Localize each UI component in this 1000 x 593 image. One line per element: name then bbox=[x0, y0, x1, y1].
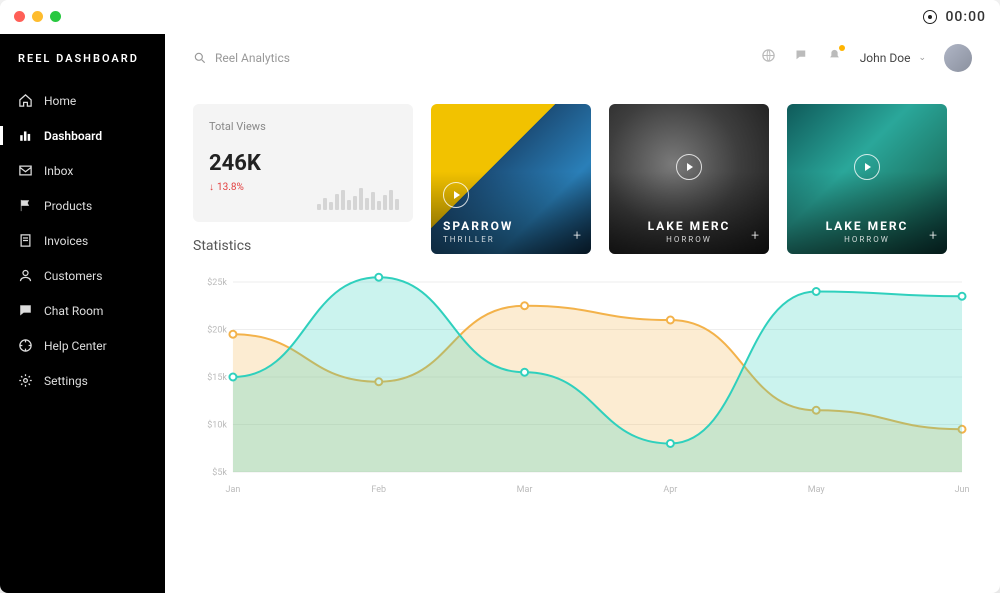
chevron-down-icon: ⌄ bbox=[918, 53, 926, 63]
sidebar: REEL DASHBOARD Home Dashboard Inbox Product… bbox=[0, 34, 165, 593]
kpi-sparkline bbox=[317, 188, 399, 210]
svg-text:Jun: Jun bbox=[955, 485, 970, 495]
notification-badge bbox=[839, 45, 845, 51]
avatar[interactable] bbox=[944, 44, 972, 72]
sidebar-item-label: Invoices bbox=[44, 234, 88, 248]
kpi-total-views-card: Total Views 246K ↓ 13.8% bbox=[193, 104, 413, 222]
maximize-window-icon[interactable] bbox=[50, 11, 61, 22]
svg-text:Mar: Mar bbox=[517, 485, 533, 495]
mail-icon bbox=[18, 163, 33, 178]
sidebar-item-label: Dashboard bbox=[44, 129, 102, 143]
bell-icon[interactable] bbox=[827, 48, 842, 67]
close-window-icon[interactable] bbox=[14, 11, 25, 22]
add-icon[interactable]: + bbox=[573, 228, 581, 244]
svg-text:$15k: $15k bbox=[207, 372, 227, 383]
brand-title: REEL DASHBOARD bbox=[0, 52, 165, 83]
sidebar-item-label: Products bbox=[44, 199, 92, 213]
bars-icon bbox=[18, 128, 33, 143]
sidebar-item-inbox[interactable]: Inbox bbox=[0, 153, 165, 188]
kpi-delta-value: 13.8% bbox=[217, 182, 244, 193]
dashboard-body: Total Views 246K ↓ 13.8% bbox=[165, 82, 1000, 593]
globe-icon[interactable] bbox=[761, 48, 776, 67]
sidebar-item-label: Inbox bbox=[44, 164, 73, 178]
sidebar-item-label: Settings bbox=[44, 374, 88, 388]
add-icon[interactable]: + bbox=[751, 228, 759, 244]
kpi-value: 246K bbox=[209, 151, 397, 176]
movie-subtitle: THRILLER bbox=[443, 235, 579, 244]
svg-text:Feb: Feb bbox=[371, 485, 386, 495]
messages-icon[interactable] bbox=[794, 48, 809, 67]
traffic-lights bbox=[14, 11, 61, 22]
movie-cards: SPARROWTHRILLER+LAKE MERCHORROW+LAKE MER… bbox=[431, 104, 972, 254]
doc-icon bbox=[18, 233, 33, 248]
record-icon[interactable] bbox=[923, 10, 937, 24]
sidebar-item-customers[interactable]: Customers bbox=[0, 258, 165, 293]
movie-title: LAKE MERC bbox=[621, 219, 757, 233]
play-icon[interactable] bbox=[676, 154, 702, 180]
flag-icon bbox=[18, 198, 33, 213]
statistics-chart: $5k $10k $15k $20k $25k Jan Feb Mar Apr May Jun bbox=[193, 272, 972, 502]
user-menu[interactable]: John Doe ⌄ bbox=[860, 51, 926, 65]
content: REEL DASHBOARD Home Dashboard Inbox Product… bbox=[0, 34, 1000, 593]
minimize-window-icon[interactable] bbox=[32, 11, 43, 22]
sidebar-item-label: Help Center bbox=[44, 339, 107, 353]
movie-card[interactable]: LAKE MERC HORROW+ bbox=[609, 104, 769, 254]
sidebar-item-invoices[interactable]: Invoices bbox=[0, 223, 165, 258]
sidebar-item-label: Chat Room bbox=[44, 304, 103, 318]
window-titlebar: 00:00 bbox=[0, 0, 1000, 34]
sidebar-item-dashboard[interactable]: Dashboard bbox=[0, 118, 165, 153]
user-name: John Doe bbox=[860, 51, 911, 65]
help-icon bbox=[18, 338, 33, 353]
search-icon bbox=[193, 51, 207, 65]
home-icon bbox=[18, 93, 33, 108]
svg-text:May: May bbox=[808, 485, 826, 495]
movie-title: LAKE MERC bbox=[799, 219, 935, 233]
search-placeholder: Reel Analytics bbox=[215, 51, 290, 65]
user-icon bbox=[18, 268, 33, 283]
main: Reel Analytics John Doe ⌄ bbox=[165, 34, 1000, 593]
chat-icon bbox=[18, 303, 33, 318]
movie-card[interactable]: LAKE MERC HORROW+ bbox=[787, 104, 947, 254]
svg-text:Jan: Jan bbox=[226, 485, 241, 495]
search-input[interactable]: Reel Analytics bbox=[193, 51, 290, 65]
sidebar-item-help-center[interactable]: Help Center bbox=[0, 328, 165, 363]
kpi-label: Total Views bbox=[209, 120, 397, 133]
movie-subtitle: HORROW bbox=[621, 235, 757, 244]
svg-text:$20k: $20k bbox=[207, 324, 227, 335]
play-icon[interactable] bbox=[443, 182, 469, 208]
sidebar-item-settings[interactable]: Settings bbox=[0, 363, 165, 398]
app-window: 00:00 REEL DASHBOARD Home Dashboard Inbox P… bbox=[0, 0, 1000, 593]
sidebar-item-label: Customers bbox=[44, 269, 102, 283]
gear-icon bbox=[18, 373, 33, 388]
movie-title: SPARROW bbox=[443, 219, 579, 233]
play-icon[interactable] bbox=[854, 154, 880, 180]
sidebar-item-home[interactable]: Home bbox=[0, 83, 165, 118]
svg-text:$10k: $10k bbox=[207, 419, 227, 430]
sidebar-item-label: Home bbox=[44, 94, 76, 108]
sidebar-item-products[interactable]: Products bbox=[0, 188, 165, 223]
sidebar-item-chat-room[interactable]: Chat Room bbox=[0, 293, 165, 328]
movie-card[interactable]: SPARROW THRILLER+ bbox=[431, 104, 591, 254]
movie-subtitle: HORROW bbox=[799, 235, 935, 244]
add-icon[interactable]: + bbox=[929, 228, 937, 244]
svg-text:$25k: $25k bbox=[207, 277, 227, 288]
sidebar-nav: Home Dashboard Inbox Products Invoices Custom… bbox=[0, 83, 165, 398]
svg-text:Apr: Apr bbox=[663, 485, 677, 495]
arrow-down-icon: ↓ bbox=[209, 182, 214, 193]
topbar: Reel Analytics John Doe ⌄ bbox=[165, 34, 1000, 82]
record-time: 00:00 bbox=[945, 9, 986, 25]
statistics-heading: Statistics bbox=[193, 238, 413, 254]
svg-text:$5k: $5k bbox=[212, 467, 227, 478]
